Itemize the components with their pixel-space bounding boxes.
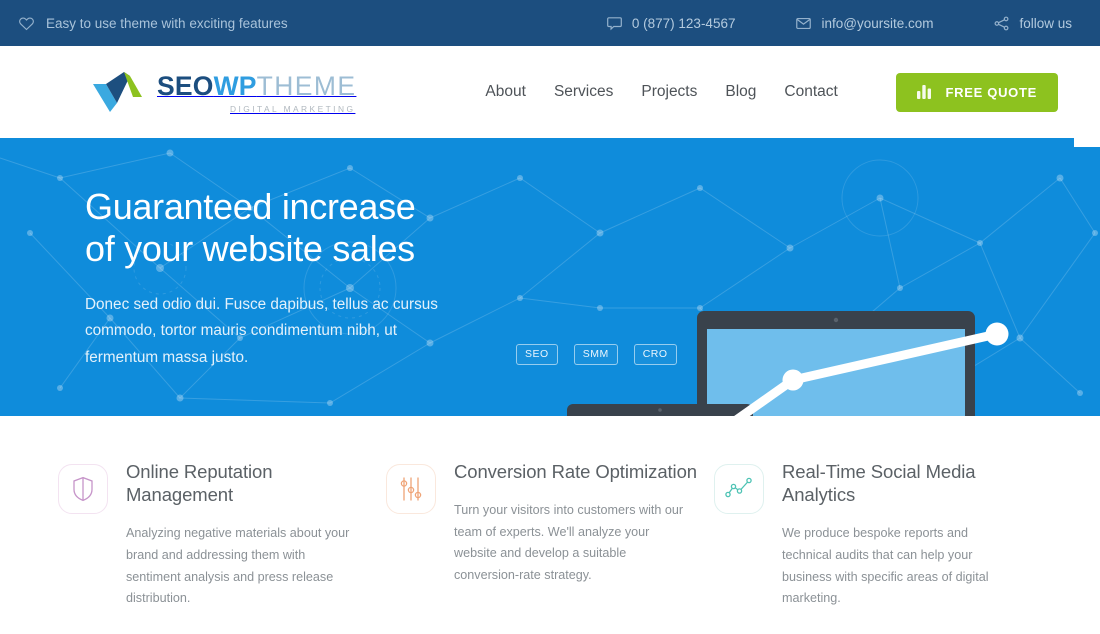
feature-title: Conversion Rate Optimization [454,461,697,482]
envelope-icon [795,15,812,32]
feature-text: Turn your visitors into customers with o… [454,503,684,583]
hero-badge-group: SEO SMM CRO [516,344,677,365]
feature-title: Online Reputation Management [126,461,273,506]
hero-corner-notch [1074,138,1100,147]
chat-bubble-icon [606,15,623,32]
top-bar: Easy to use theme with exciting features… [0,0,1100,46]
top-bar-email[interactable]: info@yoursite.com [765,15,963,32]
hero-title-line-2: of your website sales [85,228,415,270]
hero-badge-cro: CRO [633,344,677,365]
top-bar-social-text: follow us [1019,15,1072,31]
logo-part-wp: WP [213,71,257,102]
heart-icon [18,15,35,32]
hero-title: Guaranteed increase of your website sale… [85,186,416,271]
logo-part-seo: SEO [157,71,214,102]
checkmark-arrow-logo-icon [92,70,148,114]
top-bar-tagline: Easy to use theme with exciting features [18,15,288,32]
top-bar-tagline-text: Easy to use theme with exciting features [46,15,288,31]
feature-card-conversion-rate-optimization: Conversion Rate Optimization Turn your v… [386,460,714,610]
free-quote-button[interactable]: FREE QUOTE [896,72,1058,112]
site-logo[interactable]: SEOWPTHEME DIGITAL MARKETING [92,70,356,114]
hero-description: Donec sed odio dui. Fusce dapibus, tellu… [85,296,438,366]
hero-badge-smm: SMM [573,344,618,365]
feature-title: Real-Time Social Media Analytics [782,461,976,506]
logo-tagline: DIGITAL MARKETING [230,103,356,114]
nav-item-services[interactable]: Services [540,83,627,101]
main-navigation: About Services Projects Blog Contact [471,83,851,101]
bar-chart-icon [917,85,932,99]
site-header: SEOWPTHEME DIGITAL MARKETING About Servi… [0,46,1100,138]
hero-banner: Guaranteed increase of your website sale… [0,138,1100,416]
nav-item-about[interactable]: About [471,83,540,101]
hero-badge-seo: SEO [516,344,558,365]
top-bar-contact-group: 0 (877) 123-4567 info@yoursite.com follo… [576,15,1076,32]
feature-card-online-reputation-management: Online Reputation Management Analyzing n… [58,460,386,610]
feature-text: Analyzing negative materials about your … [126,526,350,606]
feature-text: We produce bespoke reports and technical… [782,526,989,606]
top-bar-social[interactable]: follow us [963,15,1076,32]
top-bar-phone-text: 0 (877) 123-4567 [631,15,736,31]
nav-item-projects[interactable]: Projects [627,83,711,101]
feature-card-real-time-social-media-analytics: Real-Time Social Media Analytics We prod… [714,460,1042,610]
site-logo-text: SEOWPTHEME DIGITAL MARKETING [157,71,356,113]
line-chart-icon [714,464,764,514]
hero-title-line-1: Guaranteed increase [85,186,416,227]
top-bar-email-text: info@yoursite.com [821,15,934,31]
share-icon [993,15,1010,32]
sliders-icon [386,464,436,514]
logo-part-theme: THEME [256,71,357,102]
features-section: Online Reputation Management Analyzing n… [0,416,1100,610]
nav-item-contact[interactable]: Contact [770,83,851,101]
free-quote-button-label: FREE QUOTE [945,84,1037,100]
top-bar-phone[interactable]: 0 (877) 123-4567 [576,15,766,32]
shield-icon [58,464,108,514]
nav-item-blog[interactable]: Blog [711,83,770,101]
